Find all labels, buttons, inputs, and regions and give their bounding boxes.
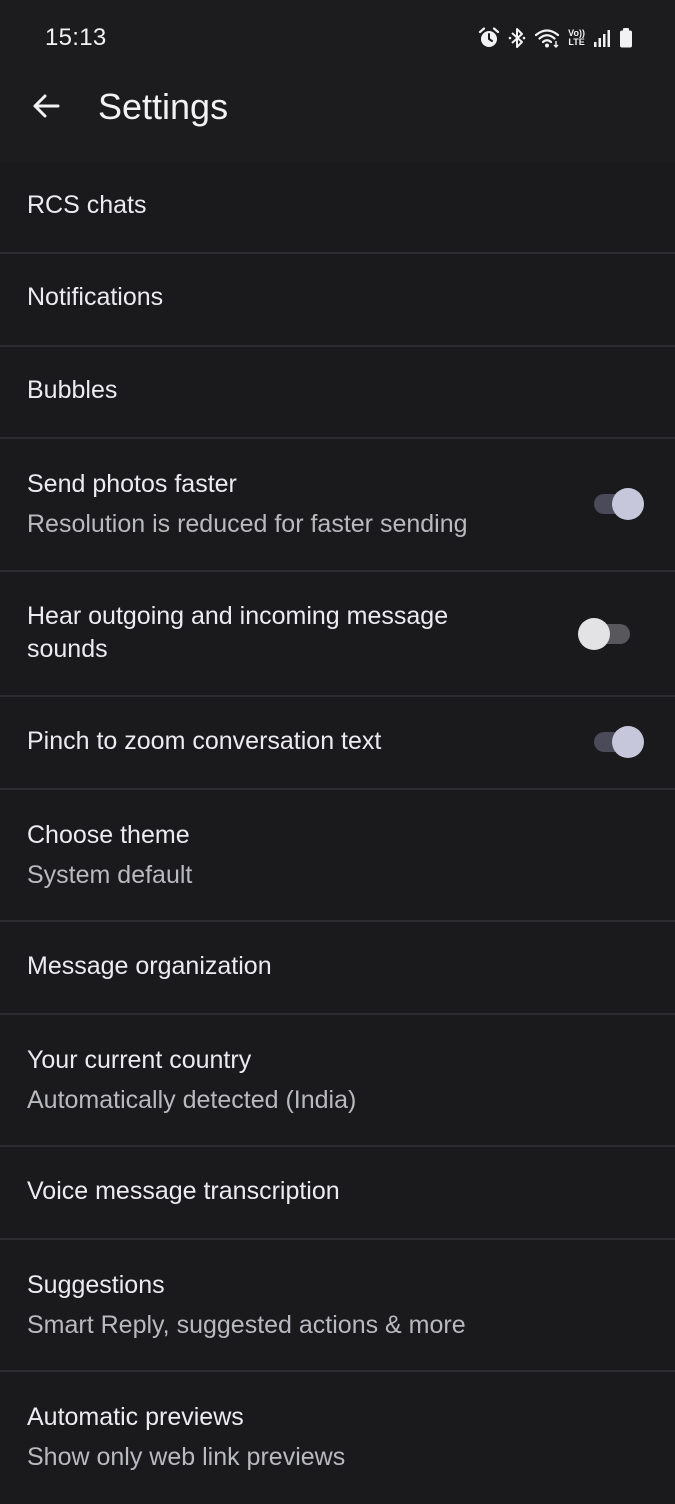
message-sounds-toggle[interactable]	[578, 616, 634, 652]
setting-title: Notifications	[27, 283, 164, 311]
setting-title: Voice message transcription	[27, 1177, 340, 1205]
setting-subtitle: Smart Reply, suggested actions & more	[27, 1311, 466, 1339]
battery-icon	[619, 27, 633, 49]
signal-icon	[593, 28, 611, 48]
send-photos-faster-toggle[interactable]	[590, 486, 646, 522]
setting-subtitle: Resolution is reduced for faster sending	[27, 510, 468, 538]
arrow-back-icon	[31, 91, 61, 126]
setting-bubbles[interactable]: Bubbles	[0, 347, 675, 439]
setting-message-organization[interactable]: Message organization	[0, 922, 675, 1015]
setting-send-photos-faster[interactable]: Send photos faster Resolution is reduced…	[0, 439, 675, 572]
app-bar: Settings	[0, 70, 675, 162]
setting-title: Hear outgoing and incoming message	[27, 602, 449, 630]
page-title: Settings	[98, 86, 229, 127]
settings-list: RCS chats Notifications Bubbles Send pho…	[0, 162, 675, 1504]
setting-title: Your current country	[27, 1046, 252, 1074]
status-time: 15:13	[45, 24, 107, 51]
setting-title: Send photos faster	[27, 470, 237, 498]
setting-suggestions[interactable]: Suggestions Smart Reply, suggested actio…	[0, 1240, 675, 1372]
setting-pinch-to-zoom[interactable]: Pinch to zoom conversation text	[0, 697, 675, 790]
setting-subtitle: System default	[27, 861, 193, 889]
setting-title: Automatic previews	[27, 1403, 244, 1431]
setting-choose-theme[interactable]: Choose theme System default	[0, 790, 675, 922]
setting-title: RCS chats	[27, 191, 147, 219]
pinch-to-zoom-toggle[interactable]	[590, 724, 646, 760]
setting-subtitle: Show only web link previews	[27, 1443, 346, 1471]
toggle-thumb	[612, 488, 644, 520]
setting-title: Pinch to zoom conversation text	[27, 727, 382, 755]
setting-title: Suggestions	[27, 1271, 165, 1299]
alarm-icon	[478, 27, 500, 49]
setting-subtitle: Automatically detected (India)	[27, 1086, 357, 1114]
setting-current-country[interactable]: Your current country Automatically detec…	[0, 1015, 675, 1147]
bluetooth-icon	[508, 27, 526, 49]
wifi-icon	[534, 27, 560, 49]
toggle-thumb	[612, 726, 644, 758]
setting-rcs-chats[interactable]: RCS chats	[0, 162, 675, 254]
toggle-thumb	[578, 618, 610, 650]
setting-automatic-previews[interactable]: Automatic previews Show only web link pr…	[0, 1372, 675, 1504]
setting-title: Message organization	[27, 952, 272, 980]
setting-message-sounds[interactable]: Hear outgoing and incoming message sound…	[0, 572, 675, 697]
setting-title-line2: sounds	[27, 635, 108, 663]
volte-icon: Vo)) LTE	[568, 28, 585, 47]
back-button[interactable]	[22, 84, 70, 132]
setting-voice-transcription[interactable]: Voice message transcription	[0, 1147, 675, 1240]
status-bar: 15:13 Vo)) LTE	[0, 0, 675, 70]
setting-notifications[interactable]: Notifications	[0, 254, 675, 347]
setting-title: Bubbles	[27, 376, 118, 404]
status-icons: Vo)) LTE	[478, 26, 633, 50]
setting-title: Choose theme	[27, 821, 190, 849]
